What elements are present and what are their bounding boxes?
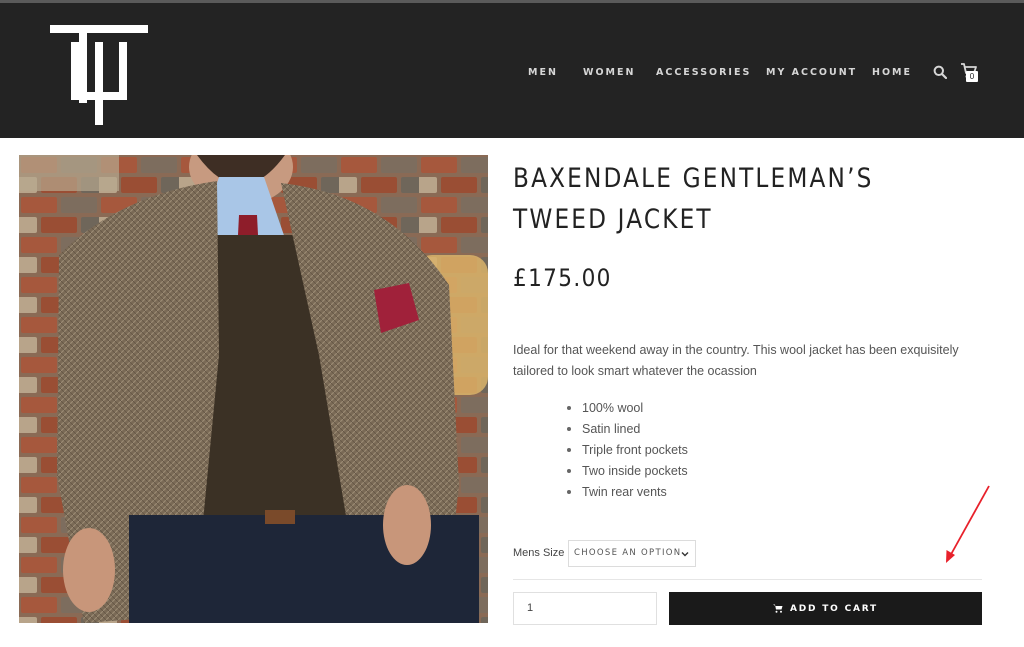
feature-item: Twin rear vents bbox=[567, 482, 688, 503]
trident-logo[interactable] bbox=[50, 25, 148, 125]
product-price: £175.00 bbox=[513, 264, 612, 292]
nav-men[interactable]: MEN bbox=[528, 67, 558, 78]
product-description: Ideal for that weekend away in the count… bbox=[513, 343, 959, 378]
feature-item: Satin lined bbox=[567, 419, 688, 440]
search-icon[interactable] bbox=[933, 65, 947, 79]
product-title-line2: TWEED JACKET bbox=[513, 204, 713, 235]
size-select-value: CHOOSE AN OPTION bbox=[574, 548, 682, 558]
size-select[interactable]: CHOOSE AN OPTION bbox=[568, 540, 696, 567]
feature-list: 100% wool Satin lined Triple front pocke… bbox=[567, 398, 688, 503]
feature-item: Two inside pockets bbox=[567, 461, 688, 482]
product-title: BAXENDALE GENTLEMAN’S TWEED JACKET bbox=[513, 158, 874, 240]
divider bbox=[513, 579, 982, 580]
nav-home[interactable]: HOME bbox=[872, 67, 912, 78]
cart-icon bbox=[773, 604, 783, 613]
nav-my-account[interactable]: MY ACCOUNT bbox=[766, 67, 857, 78]
product-image bbox=[19, 155, 488, 623]
chevron-down-icon bbox=[681, 552, 689, 557]
feature-item: 100% wool bbox=[567, 398, 688, 419]
feature-item: Triple front pockets bbox=[567, 440, 688, 461]
quantity-input[interactable]: 1 bbox=[513, 592, 657, 625]
nav-women[interactable]: WOMEN bbox=[583, 67, 635, 78]
add-to-cart-label: ADD TO CART bbox=[790, 603, 878, 614]
cart-count-badge[interactable]: 0 bbox=[966, 71, 978, 82]
add-to-cart-button[interactable]: ADD TO CART bbox=[669, 592, 982, 625]
nav-accessories[interactable]: ACCESSORIES bbox=[656, 67, 751, 78]
site-header: MEN WOMEN ACCESSORIES MY ACCOUNT HOME 0 bbox=[0, 3, 1024, 138]
product-title-line1: BAXENDALE GENTLEMAN’S bbox=[513, 163, 874, 194]
size-label: Mens Size bbox=[513, 547, 565, 559]
